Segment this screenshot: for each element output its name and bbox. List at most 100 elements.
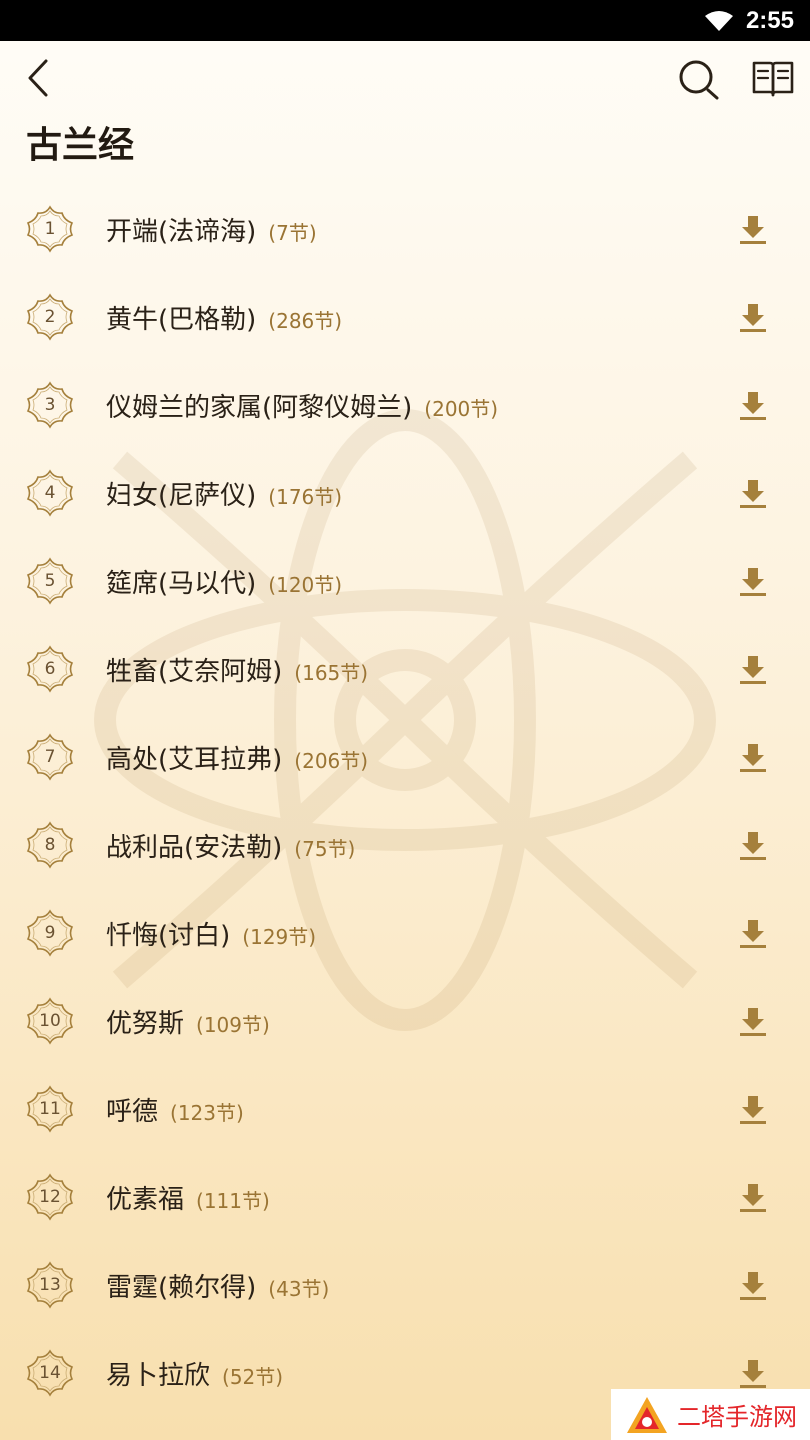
- verse-count: (176节): [268, 485, 343, 509]
- chapter-number: 2: [44, 307, 56, 327]
- chapter-list: 1 开端(法谛海) (7节) 2 黄牛(巴格勒) (286节) 3 仪姆兰的家属(阿黎仪姆兰)…: [0, 185, 810, 1417]
- wifi-icon: [704, 10, 733, 31]
- download-icon: [740, 216, 766, 244]
- chapter-title: 战利品(安法勒) (75节): [106, 827, 355, 864]
- chapter-name: 雷霆(赖尔得): [106, 1273, 257, 1303]
- download-icon: [740, 568, 766, 596]
- back-button[interactable]: [20, 55, 60, 101]
- page-title: 古兰经: [26, 125, 135, 166]
- download-icon: [740, 1008, 766, 1036]
- status-time: 2:55: [745, 6, 794, 34]
- chapter-name: 筵席(马以代): [106, 569, 257, 599]
- chapter-name: 忏悔(讨白): [106, 921, 231, 951]
- verse-count: (111节): [196, 1189, 270, 1213]
- status-bar: 2:55: [0, 0, 810, 41]
- chapter-title: 优素福 (111节): [106, 1179, 270, 1216]
- chapter-number: 5: [44, 571, 56, 591]
- chapter-title: 优努斯 (109节): [106, 1003, 270, 1040]
- chapter-title: 呼德 (123节): [106, 1091, 244, 1128]
- chapter-number-badge: 8: [24, 821, 76, 869]
- app-bar: [0, 41, 810, 113]
- verse-count: (75节): [294, 837, 356, 861]
- chapter-title: 黄牛(巴格勒) (286节): [106, 299, 342, 336]
- download-button[interactable]: [736, 1269, 770, 1303]
- chapter-title: 筵席(马以代) (120节): [106, 563, 342, 600]
- book-button[interactable]: [750, 57, 796, 103]
- chapter-number-badge: 14: [24, 1349, 76, 1397]
- download-button[interactable]: [736, 301, 770, 335]
- chapter-number-badge: 4: [24, 469, 76, 517]
- download-button[interactable]: [736, 389, 770, 423]
- download-button[interactable]: [736, 741, 770, 775]
- chapter-number: 1: [44, 219, 56, 239]
- download-icon: [740, 656, 766, 684]
- download-icon: [740, 480, 766, 508]
- chapter-row[interactable]: 11 呼德 (123节): [0, 1065, 810, 1153]
- chapter-name: 战利品(安法勒): [106, 833, 283, 863]
- chapter-name: 妇女(尼萨仪): [106, 481, 257, 511]
- chapter-number: 11: [39, 1099, 61, 1119]
- download-button[interactable]: [736, 829, 770, 863]
- chapter-row[interactable]: 8 战利品(安法勒) (75节): [0, 801, 810, 889]
- chapter-title: 妇女(尼萨仪) (176节): [106, 475, 342, 512]
- download-button[interactable]: [736, 477, 770, 511]
- verse-count: (7节): [268, 221, 317, 245]
- verse-count: (129节): [242, 925, 317, 949]
- chapter-number: 3: [44, 395, 56, 415]
- chapter-row[interactable]: 6 牲畜(艾奈阿姆) (165节): [0, 625, 810, 713]
- chapter-number-badge: 13: [24, 1261, 76, 1309]
- chapter-row[interactable]: 3 仪姆兰的家属(阿黎仪姆兰) (200节): [0, 361, 810, 449]
- chapter-title: 易卜拉欣 (52节): [106, 1355, 283, 1392]
- chapter-name: 黄牛(巴格勒): [106, 305, 257, 335]
- chapter-number: 9: [44, 923, 56, 943]
- chapter-name: 易卜拉欣: [106, 1361, 211, 1391]
- download-button[interactable]: [736, 653, 770, 687]
- chapter-number: 4: [44, 483, 56, 503]
- chapter-number: 8: [44, 835, 56, 855]
- download-icon: [740, 744, 766, 772]
- chapter-row[interactable]: 10 优努斯 (109节): [0, 977, 810, 1065]
- chapter-name: 优努斯: [106, 1009, 185, 1039]
- chapter-number-badge: 3: [24, 381, 76, 429]
- verse-count: (200节): [424, 397, 499, 421]
- chevron-left-icon: [28, 59, 48, 97]
- open-book-icon: [752, 61, 794, 97]
- chapter-title: 牲畜(艾奈阿姆) (165节): [106, 651, 368, 688]
- chapter-title: 开端(法谛海) (7节): [106, 211, 317, 248]
- chapter-row[interactable]: 7 高处(艾耳拉弗) (206节): [0, 713, 810, 801]
- download-icon: [740, 1184, 766, 1212]
- chapter-row[interactable]: 4 妇女(尼萨仪) (176节): [0, 449, 810, 537]
- download-button[interactable]: [736, 1357, 770, 1391]
- download-button[interactable]: [736, 1181, 770, 1215]
- chapter-number: 13: [39, 1275, 61, 1295]
- chapter-row[interactable]: 1 开端(法谛海) (7节): [0, 185, 810, 273]
- download-button[interactable]: [736, 213, 770, 247]
- download-icon: [740, 1096, 766, 1124]
- chapter-number-badge: 5: [24, 557, 76, 605]
- chapter-row[interactable]: 9 忏悔(讨白) (129节): [0, 889, 810, 977]
- chapter-number-badge: 2: [24, 293, 76, 341]
- download-button[interactable]: [736, 1093, 770, 1127]
- chapter-row[interactable]: 2 黄牛(巴格勒) (286节): [0, 273, 810, 361]
- chapter-number-badge: 12: [24, 1173, 76, 1221]
- download-button[interactable]: [736, 1005, 770, 1039]
- chapter-name: 呼德: [106, 1097, 159, 1127]
- search-button[interactable]: [676, 57, 722, 103]
- chapter-row[interactable]: 5 筵席(马以代) (120节): [0, 537, 810, 625]
- download-icon: [740, 304, 766, 332]
- download-button[interactable]: [736, 565, 770, 599]
- chapter-number: 6: [44, 659, 56, 679]
- chapter-number-badge: 7: [24, 733, 76, 781]
- chapter-name: 优素福: [106, 1185, 185, 1215]
- verse-count: (43节): [268, 1277, 330, 1301]
- chapter-number-badge: 6: [24, 645, 76, 693]
- chapter-title: 仪姆兰的家属(阿黎仪姆兰) (200节): [106, 387, 498, 424]
- chapter-row[interactable]: 13 雷霆(赖尔得) (43节): [0, 1241, 810, 1329]
- download-button[interactable]: [736, 917, 770, 951]
- chapter-number-badge: 10: [24, 997, 76, 1045]
- chapter-number: 14: [39, 1363, 61, 1383]
- chapter-row[interactable]: 12 优素福 (111节): [0, 1153, 810, 1241]
- watermark-logo-icon: [627, 1396, 667, 1433]
- chapter-title: 忏悔(讨白) (129节): [106, 915, 316, 952]
- verse-count: (109节): [196, 1013, 270, 1037]
